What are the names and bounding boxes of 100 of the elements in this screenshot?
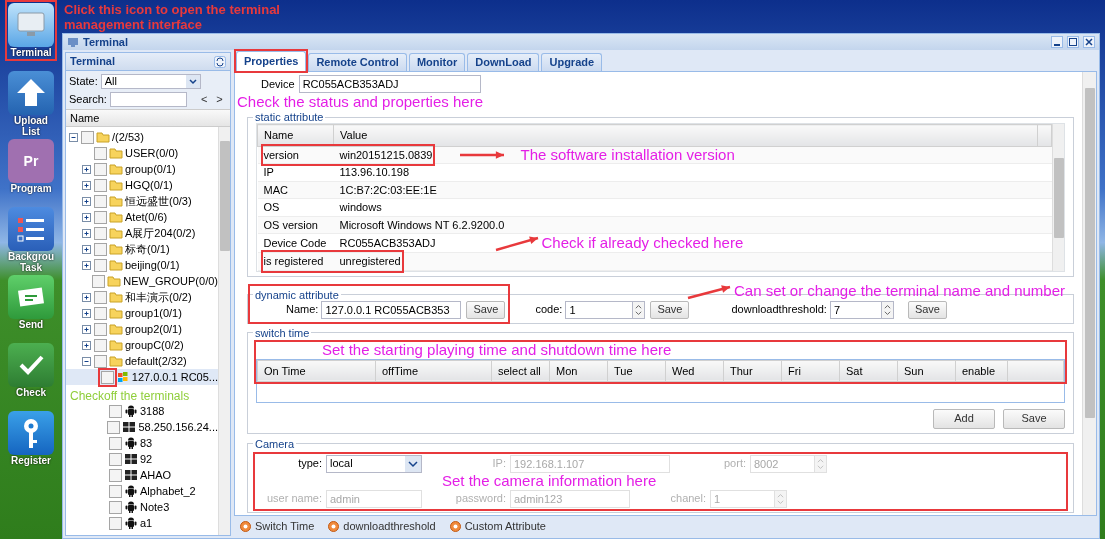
checkbox[interactable] [100, 370, 114, 384]
caret-icon [405, 455, 421, 472]
scrollbar[interactable] [1082, 72, 1096, 515]
expand-icon[interactable] [81, 307, 92, 319]
expand-icon[interactable] [81, 195, 92, 207]
dropdown[interactable]: local [326, 454, 422, 473]
checkbox[interactable] [94, 354, 107, 368]
tree-row[interactable]: default(2/32) [66, 353, 218, 369]
tree-row[interactable]: NEW_GROUP(0/0) [66, 273, 218, 289]
number-field[interactable]: 7 [829, 300, 882, 319]
checkbox[interactable] [94, 178, 107, 192]
tab[interactable]: Monitor [408, 53, 466, 71]
expand-icon[interactable] [81, 179, 92, 191]
tree-row[interactable]: group2(0/1) [66, 321, 218, 337]
minimize-button[interactable] [1051, 36, 1063, 48]
next-button[interactable]: > [213, 90, 226, 108]
collapse-icon[interactable] [81, 355, 92, 367]
dock-icon[interactable] [8, 275, 54, 319]
checkbox[interactable] [109, 500, 122, 514]
tab[interactable]: DownLoad [467, 53, 540, 71]
checkbox[interactable] [94, 210, 107, 224]
checkbox[interactable] [94, 258, 107, 272]
tree-row[interactable]: /(2/53) [66, 129, 218, 145]
expand-icon[interactable] [81, 243, 92, 255]
checkbox[interactable] [94, 338, 107, 352]
previous-button[interactable]: < [197, 90, 211, 108]
save-button[interactable]: Save [907, 300, 947, 319]
tab[interactable]: Properties [236, 51, 307, 71]
tree-row[interactable]: Alphabet_2 [66, 483, 218, 499]
tree-row[interactable]: 83 [66, 435, 218, 451]
tree-row[interactable]: groupC(0/2) [66, 337, 218, 353]
status-tab[interactable]: Switch Time [240, 517, 315, 535]
checkbox[interactable] [94, 290, 107, 304]
dock-icon[interactable] [8, 343, 54, 387]
tree-row[interactable]: group1(0/1) [66, 305, 218, 321]
tree-row[interactable]: Atet(0/6) [66, 209, 218, 225]
tab[interactable]: Upgrade [541, 53, 603, 71]
input-field[interactable]: RC055ACB353ADJ [298, 75, 481, 93]
expand-icon[interactable] [81, 163, 92, 175]
checkbox[interactable] [94, 306, 107, 320]
checkbox[interactable] [109, 404, 122, 418]
save-button[interactable]: Save [1003, 408, 1065, 429]
tree-row[interactable]: group(0/1) [66, 161, 218, 177]
tree-row[interactable]: HGQ(0/1) [66, 177, 218, 193]
tree-row[interactable]: 恒远盛世(0/3) [66, 193, 218, 209]
dock-icon[interactable]: Pr [8, 139, 54, 183]
checkbox[interactable] [94, 242, 107, 256]
scrollbar[interactable] [1052, 124, 1064, 271]
save-button[interactable]: Save [650, 300, 690, 319]
checkbox[interactable] [94, 322, 107, 336]
add-button[interactable]: Add [933, 408, 995, 429]
tab[interactable]: Remote Control [308, 53, 407, 71]
search-field[interactable] [109, 91, 187, 107]
refresh-icon[interactable] [214, 55, 226, 68]
tree-row[interactable]: A展厅204(0/2) [66, 225, 218, 241]
status-tab[interactable]: downloadthreshold [328, 517, 436, 535]
collapse-icon[interactable] [68, 131, 79, 143]
checkbox[interactable] [94, 162, 107, 176]
checkbox[interactable] [109, 516, 122, 530]
tree-row[interactable]: 58.250.156.24... [66, 419, 218, 435]
state-dropdown[interactable]: All [100, 73, 201, 89]
scrollbar[interactable] [218, 127, 230, 535]
checkbox[interactable] [107, 420, 121, 434]
checkbox[interactable] [94, 146, 107, 160]
tree-label: 92 [140, 451, 153, 467]
expand-icon[interactable] [81, 323, 92, 335]
dock-icon[interactable] [8, 207, 54, 251]
tree-row[interactable]: 和丰演示(0/2) [66, 289, 218, 305]
maximize-button[interactable] [1067, 36, 1079, 48]
tree-row[interactable]: USER(0/0) [66, 145, 218, 161]
expand-icon[interactable] [81, 259, 92, 271]
tree-row[interactable]: 3188 [66, 403, 218, 419]
checkbox[interactable] [109, 484, 122, 498]
number-field[interactable]: 1 [565, 300, 634, 319]
dock-icon[interactable] [8, 71, 54, 115]
tree-row[interactable]: 92 [66, 451, 218, 467]
dock-icon[interactable] [8, 411, 54, 455]
close-button[interactable] [1083, 36, 1095, 48]
status-tab[interactable]: Custom Attribute [449, 517, 546, 535]
checkbox[interactable] [92, 274, 106, 288]
tree-row[interactable]: beijing(0/1) [66, 257, 218, 273]
checkbox[interactable] [109, 436, 122, 450]
tree-row[interactable]: Note3 [66, 499, 218, 515]
expand-icon[interactable] [81, 211, 92, 223]
tree-row[interactable]: 127.0.0.1 RC05... [66, 369, 218, 385]
input-field[interactable]: 127.0.0.1 RC055ACB353 [321, 300, 462, 319]
save-button[interactable]: Save [466, 300, 506, 319]
tree-row[interactable]: a1 [66, 515, 218, 531]
checkbox[interactable] [94, 194, 107, 208]
checkbox[interactable] [81, 130, 94, 144]
spinner-icon[interactable] [633, 300, 646, 319]
tree-row[interactable]: 标奇(0/1) [66, 241, 218, 257]
tree-row[interactable]: AHAO [66, 467, 218, 483]
expand-icon[interactable] [81, 339, 92, 351]
expand-icon[interactable] [81, 227, 92, 239]
expand-icon[interactable] [81, 291, 92, 303]
folder-icon [109, 323, 123, 335]
checkbox[interactable] [109, 452, 122, 466]
checkbox[interactable] [94, 226, 107, 240]
checkbox[interactable] [109, 468, 122, 482]
